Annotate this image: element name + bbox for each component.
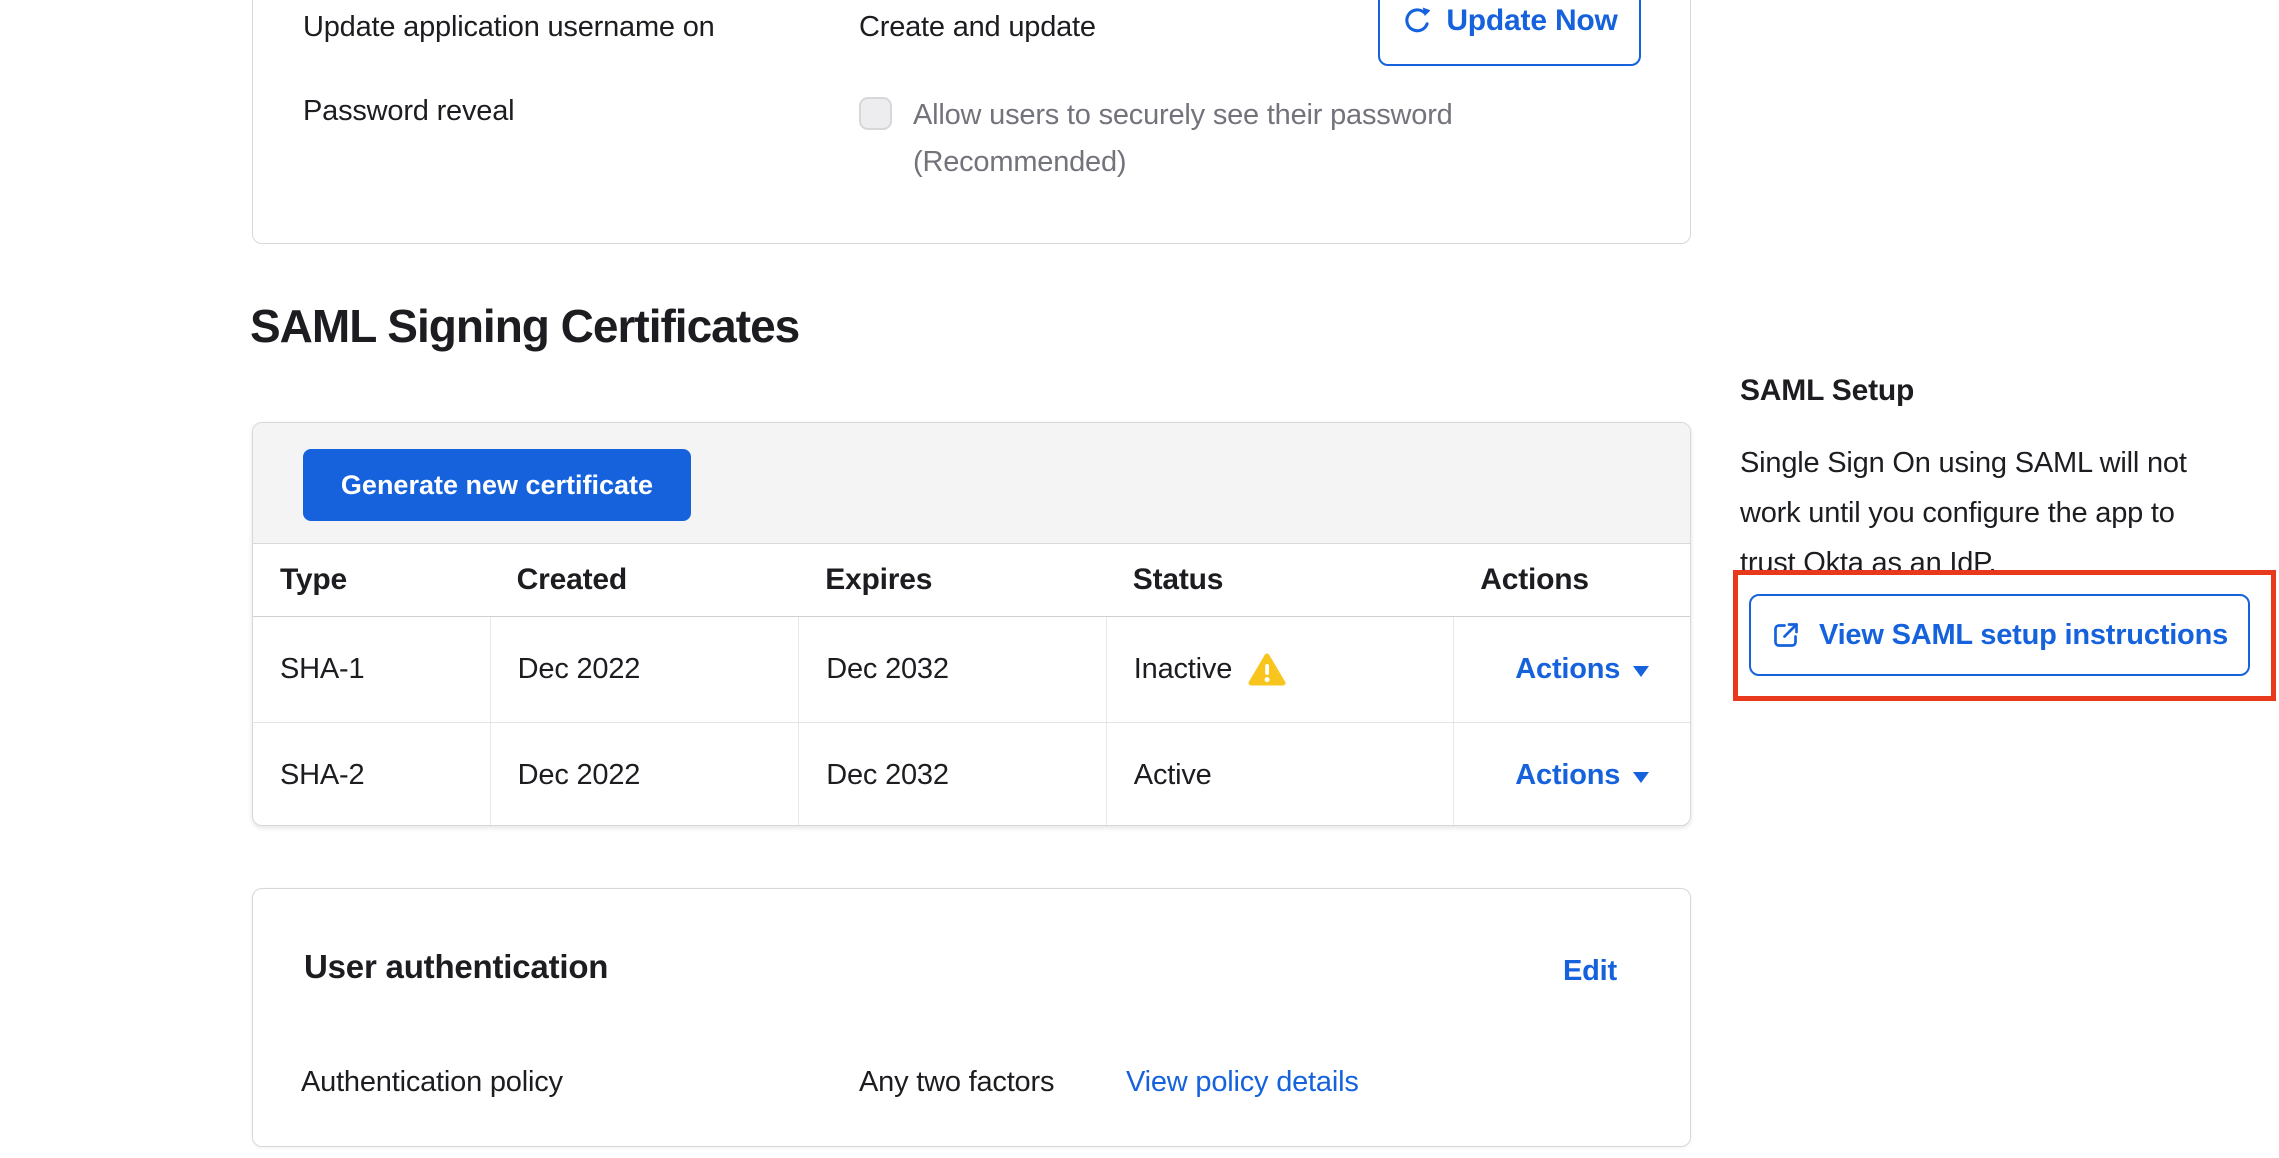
cell-status: Inactive — [1106, 617, 1454, 722]
actions-dropdown[interactable]: Actions — [1515, 759, 1649, 792]
password-reveal-checkbox-label: Allow users to securely see their passwo… — [913, 97, 1453, 133]
app-settings-card: Update application username on Create an… — [252, 0, 1691, 244]
header-created: Created — [490, 544, 799, 616]
saml-signing-certificates-heading: SAML Signing Certificates — [250, 296, 799, 356]
generate-new-certificate-button[interactable]: Generate new certificate — [303, 449, 691, 521]
header-expires: Expires — [798, 544, 1106, 616]
cell-expires: Dec 2032 — [798, 723, 1106, 826]
cell-type: SHA-1 — [253, 617, 490, 722]
table-row: SHA-1 Dec 2022 Dec 2032 Inactive Actions — [253, 617, 1690, 723]
warning-triangle-icon — [1248, 653, 1286, 687]
certificates-table-header: Type Created Expires Status Actions — [253, 544, 1690, 617]
view-policy-details-link[interactable]: View policy details — [1126, 1064, 1359, 1100]
cell-created: Dec 2022 — [490, 723, 799, 826]
view-saml-setup-instructions-button[interactable]: View SAML setup instructions — [1749, 594, 2250, 676]
authentication-policy-value: Any two factors — [859, 1064, 1054, 1100]
cell-created: Dec 2022 — [490, 617, 799, 722]
caret-down-icon — [1633, 666, 1649, 677]
username-update-value: Create and update — [859, 9, 1096, 45]
saml-certificates-panel: Generate new certificate Type Created Ex… — [252, 422, 1691, 826]
cell-type: SHA-2 — [253, 723, 490, 826]
authentication-policy-label: Authentication policy — [301, 1064, 563, 1100]
saml-setup-heading: SAML Setup — [1740, 374, 1914, 408]
cell-actions: Actions — [1453, 617, 1690, 722]
username-update-label: Update application username on — [303, 9, 715, 45]
password-reveal-checkbox[interactable] — [859, 97, 892, 130]
header-actions: Actions — [1453, 544, 1690, 616]
status-text: Active — [1134, 759, 1212, 792]
user-authentication-card: User authentication Edit Authentication … — [252, 888, 1691, 1147]
external-link-icon — [1771, 620, 1801, 650]
status-text: Inactive — [1134, 653, 1232, 686]
table-row: SHA-2 Dec 2022 Dec 2032 Active Actions — [253, 723, 1690, 826]
cell-actions: Actions — [1453, 723, 1690, 826]
actions-label: Actions — [1515, 759, 1620, 792]
refresh-icon — [1401, 6, 1430, 35]
certificates-toolbar: Generate new certificate — [253, 423, 1690, 544]
saml-setup-description-line: work until you configure the app to — [1740, 488, 2260, 538]
actions-label: Actions — [1515, 653, 1620, 686]
header-status: Status — [1106, 544, 1454, 616]
user-authentication-heading: User authentication — [304, 947, 608, 987]
cell-status: Active — [1106, 723, 1454, 826]
cell-expires: Dec 2032 — [798, 617, 1106, 722]
update-now-button[interactable]: Update Now — [1378, 0, 1641, 66]
saml-setup-description-line: Single Sign On using SAML will not — [1740, 438, 2260, 488]
saml-setup-description: Single Sign On using SAML will not work … — [1740, 438, 2260, 588]
update-now-label: Update Now — [1446, 4, 1617, 38]
password-reveal-checkbox-note: (Recommended) — [913, 144, 1126, 180]
view-saml-button-label: View SAML setup instructions — [1819, 619, 2228, 652]
actions-dropdown[interactable]: Actions — [1515, 653, 1649, 686]
page: Update application username on Create an… — [0, 0, 2279, 1158]
edit-link[interactable]: Edit — [1563, 955, 1617, 988]
header-type: Type — [253, 544, 490, 616]
caret-down-icon — [1633, 772, 1649, 783]
password-reveal-label: Password reveal — [303, 93, 514, 129]
